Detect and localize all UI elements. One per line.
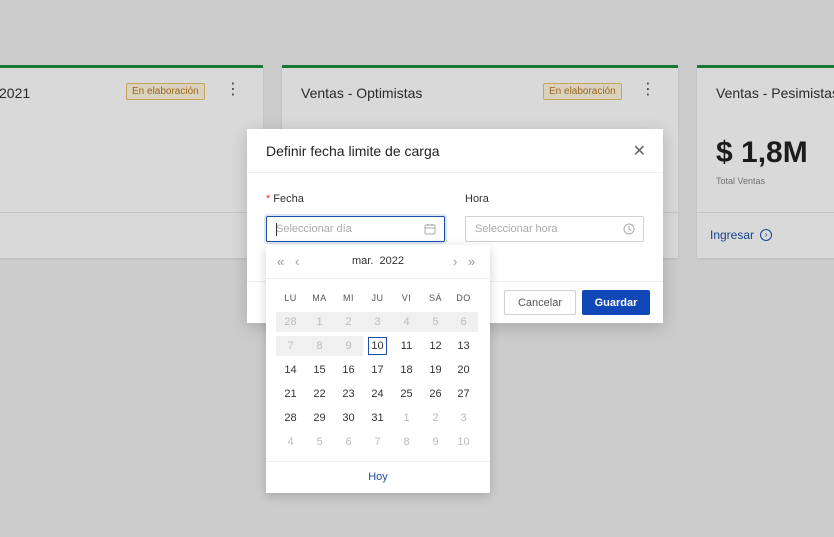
calendar-day: 3 — [460, 412, 467, 424]
calendar-day: 2 — [345, 316, 352, 328]
calendar-day[interactable]: 19 — [421, 360, 450, 380]
calendar-day[interactable]: 17 — [363, 360, 392, 380]
calendar-day: 2 — [432, 412, 439, 424]
modal-title: Definir fecha limite de carga — [266, 143, 440, 159]
weekday-header: LU — [284, 293, 297, 303]
calendar-header: « ‹ mar. 2022 › » — [266, 245, 490, 279]
calendar-day: 6 — [345, 436, 352, 448]
clock-icon — [623, 223, 635, 235]
calendar-day[interactable]: 10 — [363, 336, 392, 356]
calendar-day[interactable]: 29 — [305, 408, 334, 428]
time-input[interactable]: Seleccionar hora — [465, 216, 644, 242]
required-marker: * — [266, 193, 271, 205]
weekday-header: VI — [401, 293, 412, 303]
weekday-header: SÁ — [428, 293, 442, 303]
calendar-day[interactable]: 20 — [449, 360, 478, 380]
calendar-day: 4 — [403, 316, 410, 328]
calendar-day: 28 — [284, 316, 297, 328]
calendar-day[interactable]: 27 — [449, 384, 478, 404]
weekday-header: DO — [456, 293, 471, 303]
calendar-day[interactable]: 21 — [276, 384, 305, 404]
weekday-header: MA — [312, 293, 327, 303]
calendar-day[interactable]: 23 — [334, 384, 363, 404]
calendar-day: 8 — [316, 340, 323, 352]
calendar-day[interactable]: 26 — [421, 384, 450, 404]
date-input[interactable]: Seleccionar día — [266, 216, 445, 242]
weekday-header: MI — [343, 293, 354, 303]
calendar-day: 9 — [432, 436, 439, 448]
calendar-day[interactable]: 25 — [392, 384, 421, 404]
calendar-day[interactable]: 11 — [392, 336, 421, 356]
calendar-day: 8 — [403, 436, 410, 448]
cancel-button[interactable]: Cancelar — [504, 290, 576, 315]
calendar-day[interactable]: 28 — [276, 408, 305, 428]
date-picker-popup: « ‹ mar. 2022 › » LU MA MI JU VI SÁ DO 28 1 2 3 4 5 6… — [266, 245, 490, 493]
calendar-year[interactable]: 2022 — [380, 255, 404, 267]
today-marker: 10 — [368, 337, 387, 355]
today-link[interactable]: Hoy — [266, 461, 490, 483]
calendar-day[interactable]: 22 — [305, 384, 334, 404]
calendar-day[interactable]: 15 — [305, 360, 334, 380]
calendar-day[interactable]: 14 — [276, 360, 305, 380]
time-label: Hora — [465, 193, 489, 205]
calendar-day[interactable]: 30 — [334, 408, 363, 428]
date-label: * Fecha — [266, 193, 304, 205]
calendar-day: 5 — [432, 316, 439, 328]
calendar-day: 4 — [287, 436, 294, 448]
weekday-header: JU — [371, 293, 384, 303]
calendar-day: 9 — [345, 340, 352, 352]
calendar-day[interactable]: 31 — [363, 408, 392, 428]
modal-header: Definir fecha limite de carga ✕ — [247, 129, 663, 173]
calendar-day: 7 — [287, 340, 294, 352]
calendar-month[interactable]: mar. — [352, 255, 373, 267]
text-cursor — [276, 223, 277, 236]
calendar-day: 6 — [460, 316, 467, 328]
calendar-icon — [424, 224, 436, 235]
calendar-day: 10 — [457, 436, 470, 448]
next-year-icon[interactable]: » — [468, 254, 475, 269]
calendar-day[interactable]: 18 — [392, 360, 421, 380]
calendar-day[interactable]: 16 — [334, 360, 363, 380]
calendar-day: 3 — [374, 316, 381, 328]
calendar-day: 1 — [403, 412, 410, 424]
next-month-icon[interactable]: › — [453, 254, 457, 269]
calendar-day[interactable]: 13 — [449, 336, 478, 356]
date-label-text: Fecha — [273, 193, 304, 205]
time-placeholder: Seleccionar hora — [475, 223, 558, 235]
date-placeholder: Seleccionar día — [276, 223, 352, 235]
calendar-day[interactable]: 24 — [363, 384, 392, 404]
calendar-day: 5 — [316, 436, 323, 448]
calendar-day: 1 — [316, 316, 323, 328]
save-button[interactable]: Guardar — [582, 290, 650, 315]
calendar-day: 7 — [374, 436, 381, 448]
close-icon[interactable]: ✕ — [633, 141, 646, 161]
calendar-day[interactable]: 12 — [421, 336, 450, 356]
